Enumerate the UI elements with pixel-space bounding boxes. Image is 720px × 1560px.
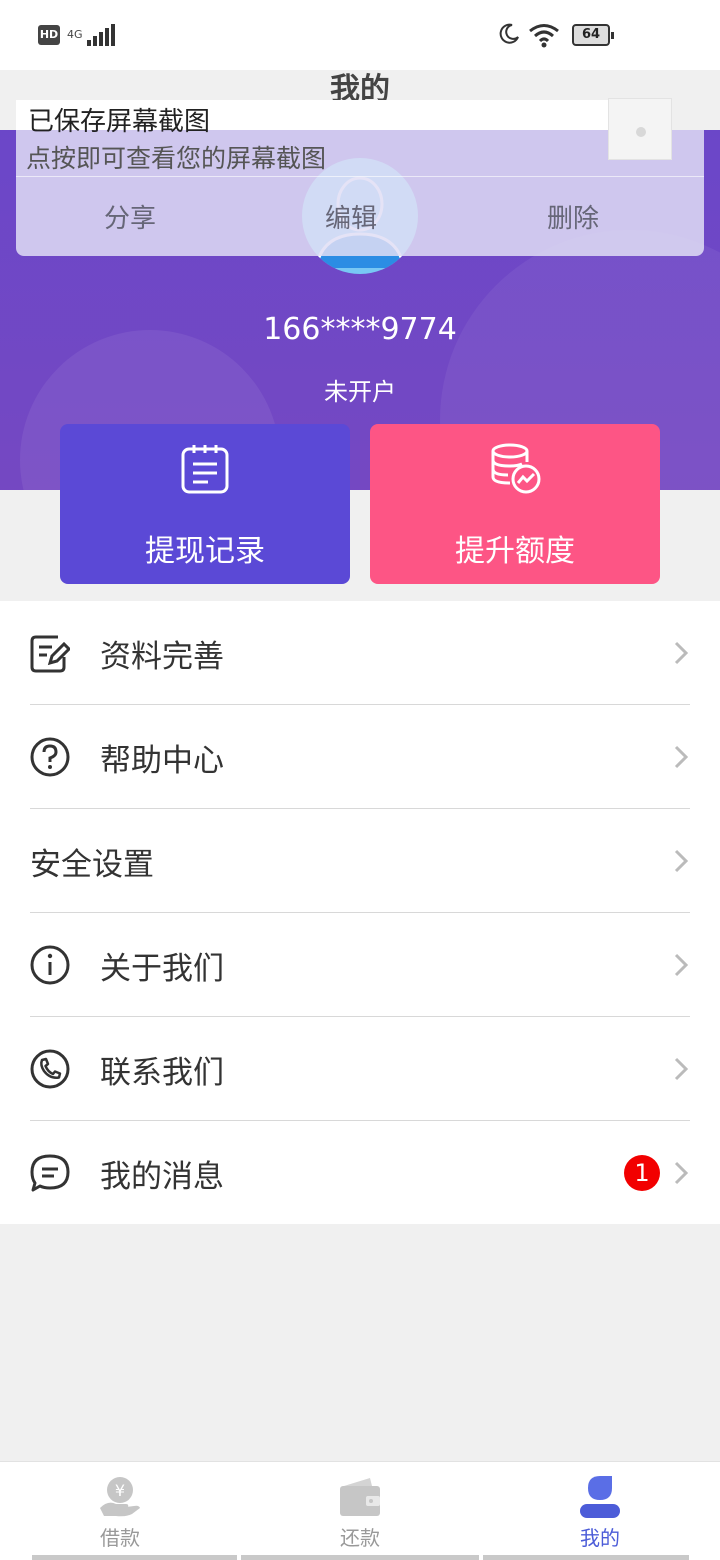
menu-item-profile[interactable]: 资料完善 <box>30 601 690 705</box>
nav-label: 还款 <box>340 1526 380 1550</box>
menu-label: 关于我们 <box>100 951 224 987</box>
menu-item-messages[interactable]: 我的消息 1 <box>30 1121 690 1225</box>
coins-chart-icon <box>491 443 541 494</box>
unread-badge: 1 <box>624 1155 660 1191</box>
menu-item-about[interactable]: 关于我们 <box>30 913 690 1017</box>
hd-badge: HD <box>38 25 60 45</box>
wifi-icon <box>529 24 559 48</box>
withdraw-records-button[interactable]: 提现记录 <box>60 424 350 584</box>
menu-item-contact[interactable]: 联系我们 <box>30 1017 690 1121</box>
phone-number: 166****9774 <box>263 312 457 347</box>
chevron-right-icon <box>674 641 688 665</box>
menu-item-security[interactable]: 安全设置 <box>30 809 690 913</box>
menu-label: 资料完善 <box>100 639 224 675</box>
withdraw-records-label: 提现记录 <box>145 534 265 569</box>
message-icon <box>30 1154 70 1192</box>
moon-icon <box>499 23 519 44</box>
nav-item-repay[interactable]: 还款 <box>240 1462 480 1554</box>
screenshot-toast[interactable]: 已保存屏幕截图 点按即可查看您的屏幕截图 分享 编辑 删除 <box>16 98 704 256</box>
toast-edit-button[interactable]: 编辑 <box>291 198 411 235</box>
nav-item-loan[interactable]: ¥ 借款 <box>0 1462 240 1554</box>
menu-label: 我的消息 <box>100 1159 224 1195</box>
wallet-icon <box>340 1478 380 1516</box>
toast-delete-button[interactable]: 删除 <box>513 198 633 235</box>
user-icon <box>580 1476 620 1518</box>
raise-limit-label: 提升额度 <box>455 534 575 569</box>
loan-icon: ¥ <box>100 1477 140 1517</box>
menu-label: 安全设置 <box>30 847 154 883</box>
help-icon <box>30 737 70 777</box>
menu-label: 帮助中心 <box>100 743 224 779</box>
chevron-right-icon <box>674 849 688 873</box>
account-status: 未开户 <box>324 378 396 406</box>
chevron-right-icon <box>674 745 688 769</box>
signal-icon <box>87 24 117 46</box>
phone-icon <box>30 1049 70 1089</box>
raise-limit-button[interactable]: 提升额度 <box>370 424 660 584</box>
chevron-right-icon <box>674 953 688 977</box>
network-label: 4G <box>67 28 83 41</box>
toast-title: 已保存屏幕截图 <box>28 107 211 137</box>
nav-label: 我的 <box>580 1526 620 1550</box>
status-bar: HD 4G 64 <box>0 0 720 70</box>
bottom-nav: ¥ 借款 还款 我的 <box>0 1461 720 1560</box>
toast-subtitle: 点按即可查看您的屏幕截图 <box>26 144 327 173</box>
edit-doc-icon <box>30 635 70 673</box>
menu-item-help[interactable]: 帮助中心 <box>30 705 690 809</box>
toast-share-button[interactable]: 分享 <box>70 198 190 235</box>
svg-text:¥: ¥ <box>115 1481 125 1500</box>
menu-label: 联系我们 <box>100 1055 224 1091</box>
clipboard-icon <box>181 445 229 494</box>
settings-menu: 资料完善 帮助中心 安全设置 关于我们 联系我们 我的消息 1 <box>0 601 720 1224</box>
chevron-right-icon <box>674 1057 688 1081</box>
battery-indicator: 64 <box>572 24 614 46</box>
screenshot-thumbnail[interactable] <box>608 98 672 160</box>
chevron-right-icon <box>674 1161 688 1185</box>
nav-item-mine[interactable]: 我的 <box>480 1462 720 1554</box>
nav-label: 借款 <box>100 1526 140 1550</box>
info-icon <box>30 945 70 985</box>
